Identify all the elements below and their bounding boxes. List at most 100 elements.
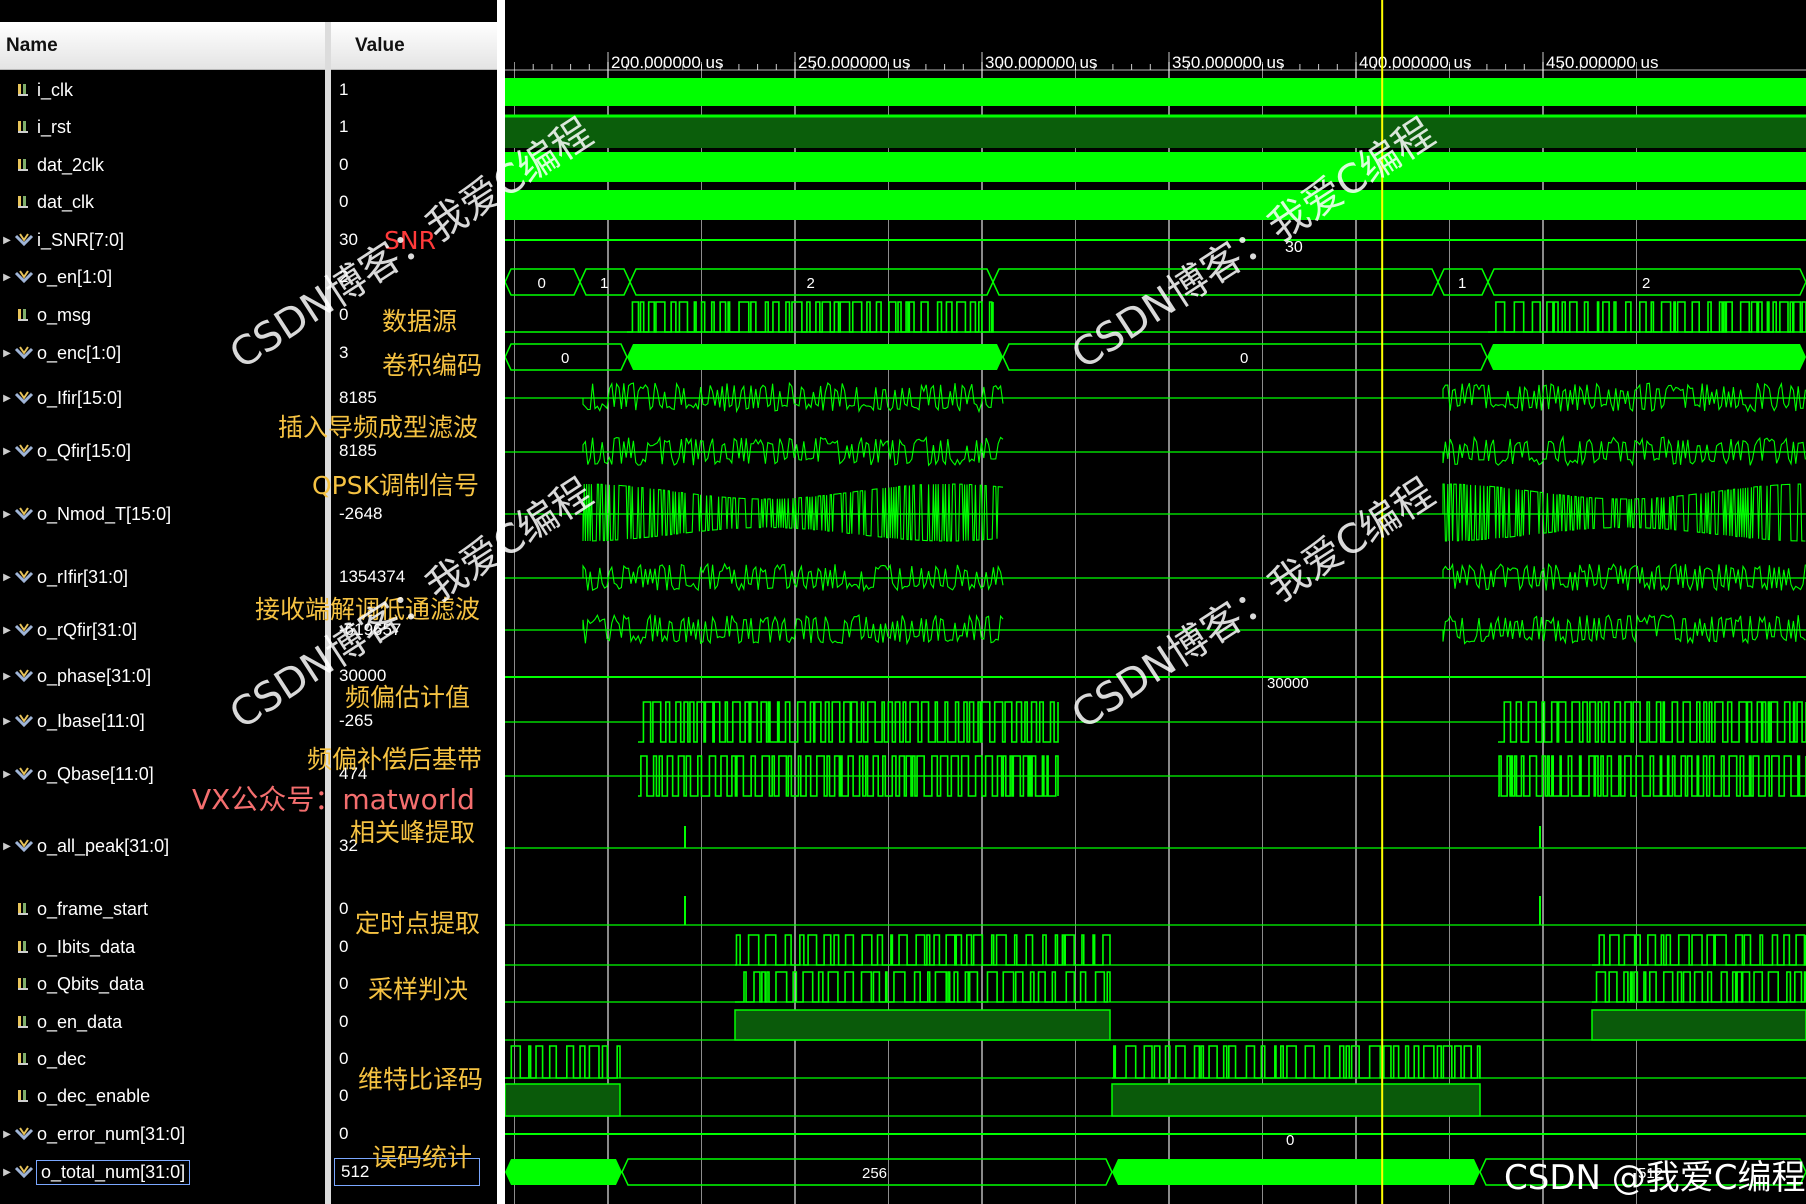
- signal-name: i_rst: [37, 116, 72, 137]
- value-column-header[interactable]: Value: [331, 22, 497, 70]
- signal-row[interactable]: ▶ o_en[1:0]: [0, 264, 112, 290]
- signal-value[interactable]: -2648: [339, 501, 382, 527]
- signal-value[interactable]: 0: [339, 1121, 348, 1147]
- expand-arrow-icon[interactable]: ▶: [0, 572, 14, 583]
- signal-name: o_dec: [37, 1048, 87, 1069]
- bus-value-label: 256: [862, 1165, 887, 1182]
- signal-row[interactable]: ▶ o_phase[31:0]: [0, 663, 151, 689]
- modulated-wave: [1442, 483, 1806, 542]
- bus-signal-icon: [14, 623, 34, 637]
- bit-signal-icon: [18, 1016, 28, 1028]
- annotation-base: 频偏补偿后基带: [307, 745, 483, 774]
- top-margin: [0, 0, 497, 22]
- bus-signal-icon: [14, 1127, 34, 1141]
- signal-row[interactable]: ▶ o_total_num[31:0]: [0, 1159, 191, 1185]
- clock-bar: [505, 152, 1806, 182]
- annotation-viterbi: 维特比译码: [358, 1065, 484, 1094]
- signal-value[interactable]: 0: [339, 1009, 348, 1035]
- name-column-header[interactable]: Name: [0, 22, 325, 70]
- signal-row[interactable]: ▶ o_error_num[31:0]: [0, 1121, 185, 1147]
- bus-signal-icon: [14, 444, 34, 458]
- expand-arrow-icon[interactable]: ▶: [0, 769, 14, 780]
- bus-signal-icon: [14, 346, 34, 360]
- analog-wave: [582, 562, 1004, 593]
- clock-bar: [505, 190, 1806, 220]
- signal-row[interactable]: o_dec: [0, 1046, 86, 1072]
- signal-row[interactable]: i_clk: [0, 77, 73, 103]
- ruler-label: 200.000000 us: [611, 53, 724, 72]
- signal-row[interactable]: o_en_data: [0, 1009, 122, 1035]
- expand-arrow-icon[interactable]: ▶: [0, 625, 14, 636]
- bus-signal-icon: [14, 391, 34, 405]
- signal-row[interactable]: o_Qbits_data: [0, 971, 144, 997]
- enable-high: [1591, 1009, 1806, 1041]
- signal-name: o_dec_enable: [37, 1085, 151, 1106]
- expand-arrow-icon[interactable]: ▶: [0, 1167, 14, 1178]
- bits-wave: [735, 934, 1111, 966]
- signal-row[interactable]: ▶ o_Qbase[11:0]: [0, 761, 154, 787]
- signal-name: o_Qbase[11:0]: [37, 763, 154, 784]
- bus-value-label: 0: [1240, 350, 1248, 367]
- bit-signal-icon: [18, 159, 28, 171]
- annotation-qpsk: QPSK调制信号: [312, 471, 480, 500]
- signal-value[interactable]: 1: [339, 114, 348, 140]
- expand-arrow-icon[interactable]: ▶: [0, 272, 14, 283]
- expand-arrow-icon[interactable]: ▶: [0, 446, 14, 457]
- signal-name: o_msg: [37, 304, 92, 325]
- analog-wave: [1442, 381, 1806, 413]
- signal-row[interactable]: o_frame_start: [0, 896, 148, 922]
- signal-value[interactable]: 0: [339, 189, 348, 215]
- signal-value[interactable]: 0: [339, 152, 348, 178]
- signal-row[interactable]: ▶ o_Nmod_T[15:0]: [0, 501, 171, 527]
- analog-wave: [1442, 562, 1806, 592]
- signal-row[interactable]: ▶ o_Ibase[11:0]: [0, 708, 145, 734]
- error-value: 0: [1286, 1132, 1294, 1149]
- signal-value[interactable]: 3: [339, 340, 348, 366]
- signal-row[interactable]: ▶ i_SNR[7:0]: [0, 227, 124, 253]
- signal-row[interactable]: i_rst: [0, 114, 71, 140]
- signal-row[interactable]: ▶ o_enc[1:0]: [0, 340, 121, 366]
- bits-wave: [1592, 971, 1806, 1003]
- signal-value[interactable]: 0: [339, 896, 348, 922]
- signal-value[interactable]: 0: [339, 1083, 348, 1109]
- waveform-canvas[interactable]: 200.000000 us 250.000000 us 300.000000 us 3…: [505, 0, 1806, 1204]
- expand-arrow-icon[interactable]: ▶: [0, 671, 14, 682]
- bit-signal-icon: [18, 978, 28, 990]
- signal-name: o_Ibits_data: [37, 936, 136, 957]
- expand-arrow-icon[interactable]: ▶: [0, 393, 14, 404]
- signal-name: o_Nmod_T[15:0]: [37, 503, 172, 524]
- signal-name: i_clk: [37, 79, 74, 100]
- expand-arrow-icon[interactable]: ▶: [0, 841, 14, 852]
- signal-value[interactable]: 1: [339, 77, 348, 103]
- signal-row[interactable]: ▶ o_rIfir[31:0]: [0, 564, 128, 590]
- expand-arrow-icon[interactable]: ▶: [0, 509, 14, 520]
- expand-arrow-icon[interactable]: ▶: [0, 1129, 14, 1140]
- expand-arrow-icon[interactable]: ▶: [0, 348, 14, 359]
- bus-filled-segment: [627, 344, 1003, 370]
- signal-name: o_rIfir[31:0]: [37, 566, 129, 587]
- bus-value-label: 1: [1458, 275, 1466, 292]
- signal-row[interactable]: dat_clk: [0, 189, 94, 215]
- footer-watermark: CSDN @我爱C编程: [1504, 1158, 1806, 1198]
- signal-row[interactable]: ▶ o_all_peak[31:0]: [0, 833, 169, 859]
- bus-signal-icon: [14, 507, 34, 521]
- signal-row[interactable]: ▶ o_Ifir[15:0]: [0, 385, 122, 411]
- signal-row[interactable]: o_dec_enable: [0, 1083, 150, 1109]
- bus-signal-icon: [14, 839, 34, 853]
- signal-value[interactable]: 0: [339, 971, 348, 997]
- signal-name: i_SNR[7:0]: [37, 229, 125, 250]
- signal-row[interactable]: ▶ o_rQfir[31:0]: [0, 617, 137, 643]
- signal-row[interactable]: o_Ibits_data: [0, 934, 135, 960]
- signal-value[interactable]: 0: [339, 934, 348, 960]
- annotation-error: 误码统计: [372, 1143, 473, 1172]
- expand-arrow-icon[interactable]: ▶: [0, 716, 14, 727]
- signal-row[interactable]: dat_2clk: [0, 152, 104, 178]
- signal-row[interactable]: o_msg: [0, 302, 91, 328]
- analog-wave: [582, 435, 1004, 467]
- signal-value[interactable]: 0: [339, 1046, 348, 1072]
- ruler-label: 450.000000 us: [1546, 53, 1659, 72]
- expand-arrow-icon[interactable]: ▶: [0, 235, 14, 246]
- signal-row[interactable]: ▶ o_Qfir[15:0]: [0, 438, 131, 464]
- signal-name: o_Qfir[15:0]: [37, 440, 132, 461]
- bit-signal-icon: [18, 1090, 28, 1102]
